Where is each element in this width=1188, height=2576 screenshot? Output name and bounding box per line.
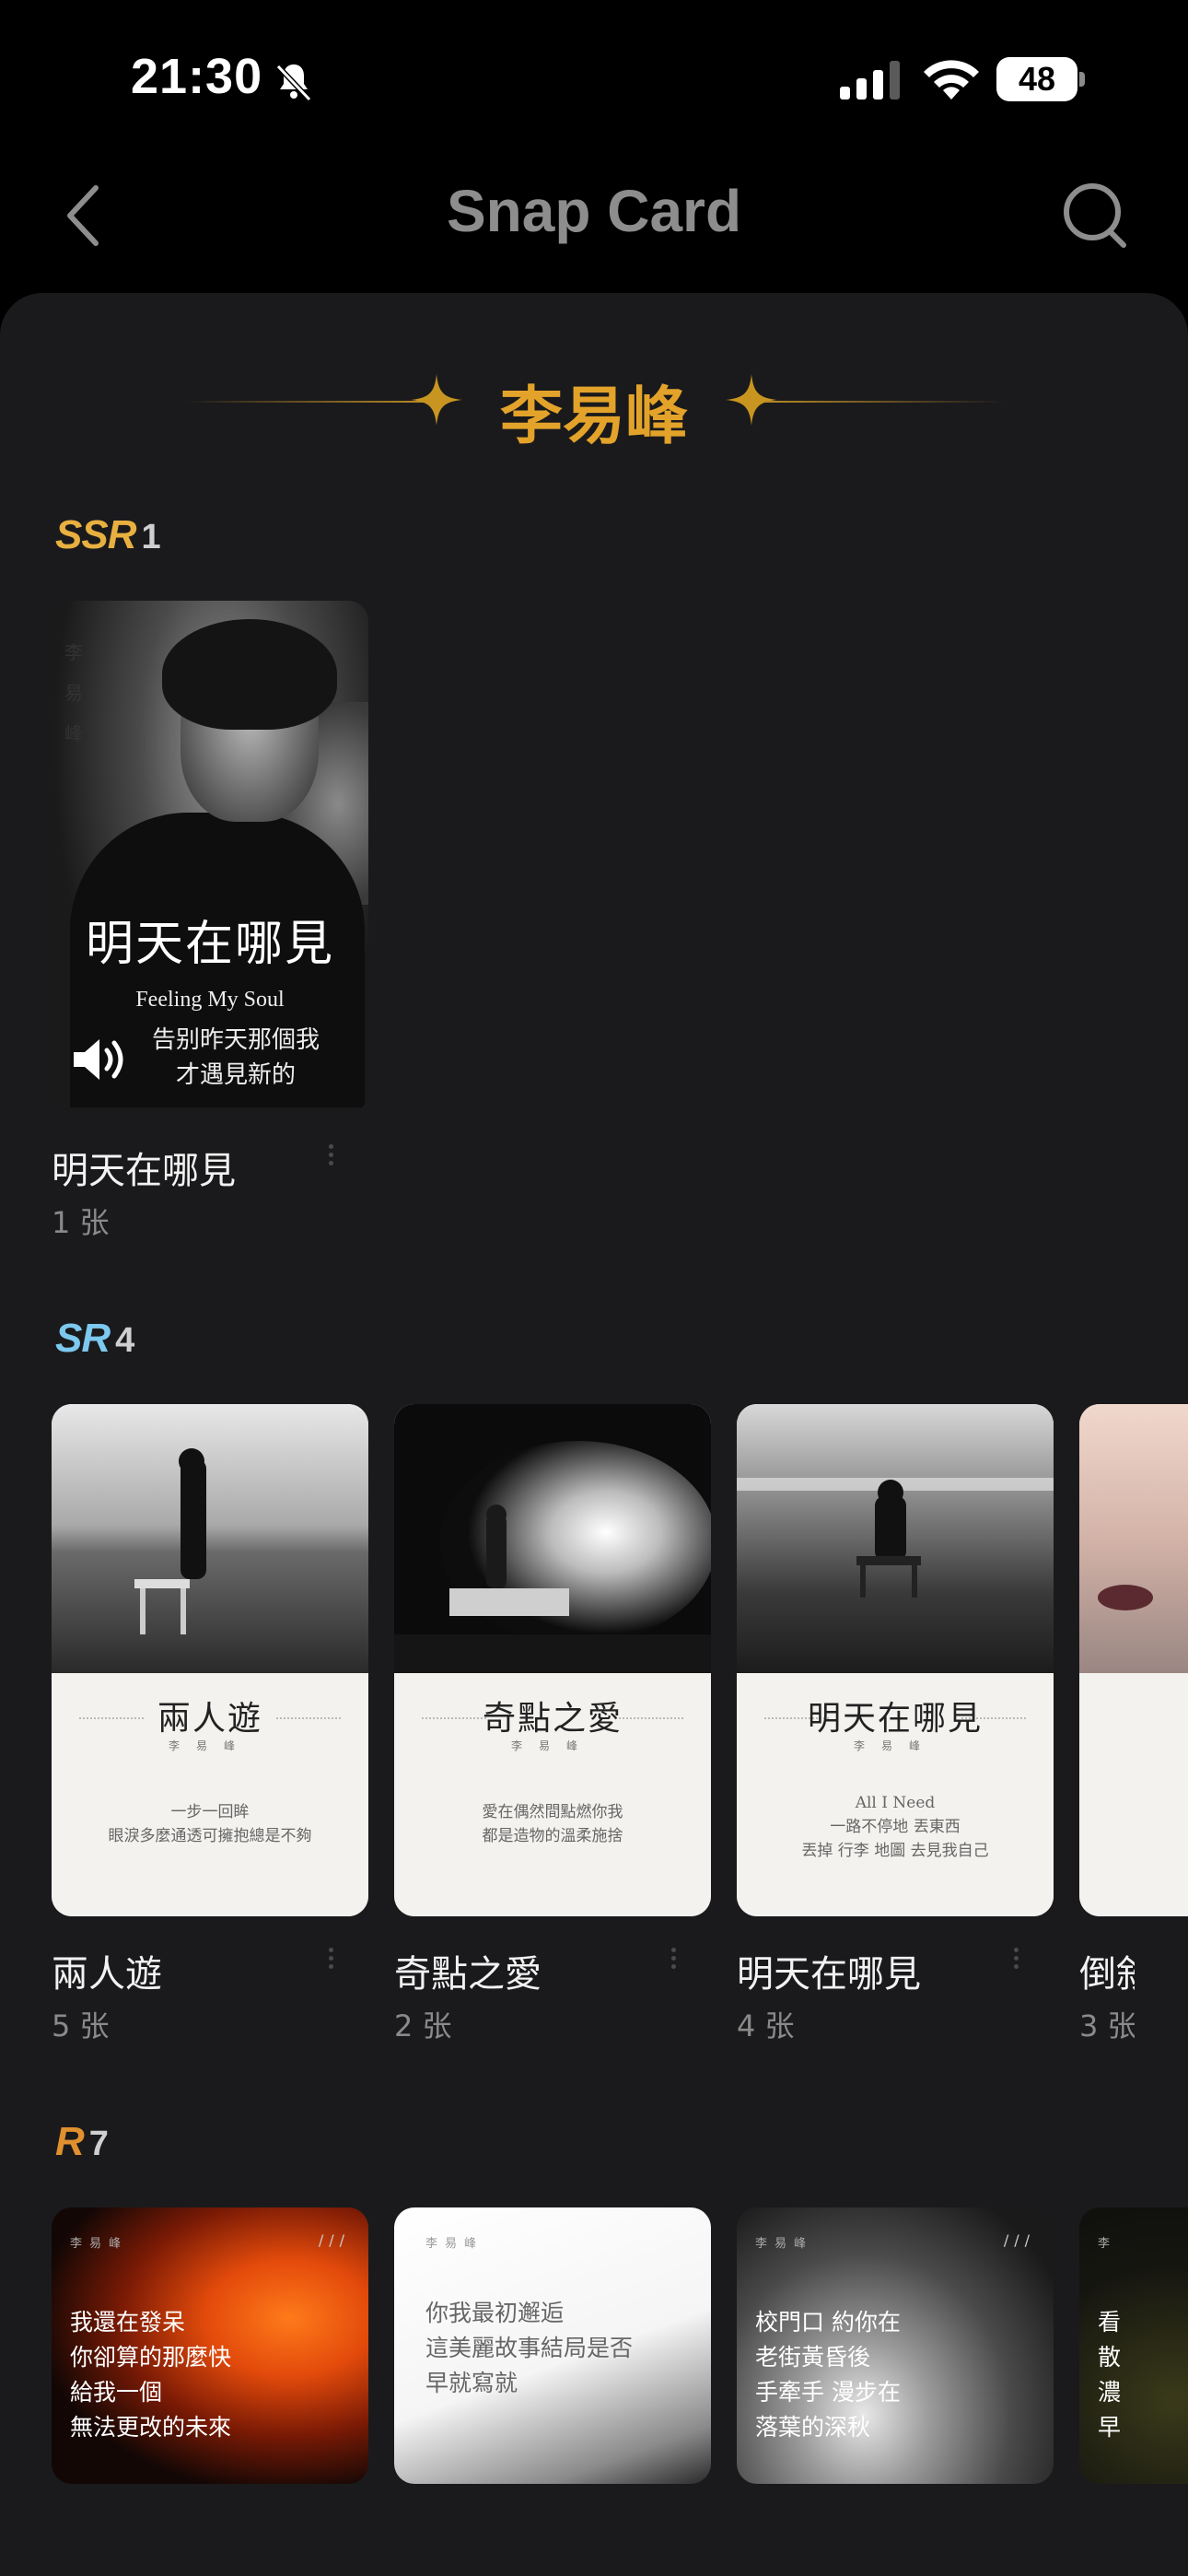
card-lyric-line: 早就寫就 <box>425 2370 518 2396</box>
ssr-card[interactable]: 李易峰 明天在哪見 Feeling My Soul 告别昨天那個我 才遇見新的 <box>52 601 368 1113</box>
card-quantity: 2 张 <box>394 2008 452 2043</box>
ssr-card-row: 李易峰 明天在哪見 Feeling My Soul 告别昨天那個我 才遇見新的 <box>52 601 1188 1117</box>
ssr-badge: SSR <box>55 512 136 557</box>
r-card[interactable]: 李易峰 /// 我還在發呆 你卻算的那麼快 給我一個 無法更改的未來 <box>52 2207 368 2484</box>
card-lyric-line: 校門口 約你在 <box>755 2309 901 2336</box>
status-bar: 21:30 48 <box>0 0 1188 157</box>
status-time: 21:30 <box>131 49 263 104</box>
card-art-lyric: 丟掉 行李 地圖 去見我自己 <box>801 1842 989 1860</box>
card-lyric-line: 濃 <box>1098 2379 1122 2406</box>
cellular-signal-icon <box>840 61 900 100</box>
card-photo <box>737 1404 1054 1673</box>
card-lyric-line: 給我一個 <box>70 2379 163 2406</box>
card-lyrics: 你我最初邂逅 這美麗故事結局是否 早就寫就 <box>425 2296 633 2401</box>
card-title: 奇點之愛 <box>394 1953 542 1996</box>
more-icon[interactable] <box>326 1944 335 1981</box>
page-title: Snap Card <box>446 178 742 244</box>
ssr-count: 1 <box>141 518 161 556</box>
card-lyric-line: 老街黃昏後 <box>755 2344 871 2371</box>
sr-card[interactable]: 奇點之愛 李易峰 愛在偶然間點燃你我 都是造物的溫柔施捨 <box>394 1404 711 1916</box>
card-lyric-line: 我還在發呆 <box>70 2309 186 2336</box>
ssr-section-header: SSR 1 <box>55 512 161 558</box>
r-card[interactable]: 李易峰 /// 校門口 約你在 老街黃昏後 手牽手 漫步在 落葉的深秋 <box>737 2207 1054 2484</box>
card-decoration: /// <box>318 2231 350 2249</box>
sr-count: 4 <box>115 1321 135 1360</box>
nav-bar: Snap Card <box>0 157 1188 295</box>
card-quantity: 3 张 <box>1079 2008 1135 2043</box>
card-lyric-line: 落葉的深秋 <box>755 2414 871 2441</box>
card-quantity: 4 张 <box>737 2008 795 2043</box>
sr-card[interactable]: 兩人遊 李易峰 一步一回眸 眼淚多麼通透可擁抱總是不夠 <box>52 1404 368 1916</box>
card-artist-text: 李易峰 <box>510 1739 594 1752</box>
card-art-lyric: 都是造物的溫柔施捨 <box>482 1827 623 1845</box>
clipped-card-caption: 倒敘 3 张 <box>1079 1944 1135 2055</box>
card-artist-text: 李易峰 <box>64 641 83 744</box>
r-count: 7 <box>88 2125 109 2163</box>
r-badge: R <box>55 2119 85 2164</box>
card-lyric-line: 看 <box>1098 2309 1122 2336</box>
card-lyric-line: 手牽手 漫步在 <box>755 2379 901 2406</box>
card-art-english: Feeling My Soul <box>135 988 285 1012</box>
card-lyric-line: 這美麗故事結局是否 <box>425 2335 634 2361</box>
card-title: 兩人遊 <box>52 1953 162 1996</box>
card-photo <box>52 1404 368 1673</box>
card-title: 明天在哪見 <box>52 1150 236 1192</box>
r-card[interactable]: 李易峰 你我最初邂逅 這美麗故事結局是否 早就寫就 <box>394 2207 711 2484</box>
card-art-lyric: 愛在偶然間點燃你我 <box>482 1803 623 1821</box>
bell-muted-icon <box>275 64 312 102</box>
card-lyric-line: 早 <box>1098 2414 1122 2441</box>
card-collection-panel: 李易峰 SSR 1 李易峰 明天在哪見 Feeling My Soul 告别昨天… <box>0 293 1188 2576</box>
card-lyrics: 看 散 濃 早 <box>1098 2305 1121 2445</box>
card-photo <box>394 1404 711 1673</box>
r-card[interactable]: 李 看 散 濃 早 <box>1079 2207 1188 2484</box>
search-icon[interactable] <box>1059 177 1133 251</box>
divider-right <box>764 401 1004 403</box>
card-art-title: 奇點之愛 <box>482 1700 623 1738</box>
card-art-lyric: 才遇見新的 <box>175 1061 296 1089</box>
battery-level: 48 <box>996 57 1077 101</box>
card-artist-text: 李易峰 <box>70 2237 129 2251</box>
battery-icon: 48 <box>996 57 1085 101</box>
sr-section-header: SR 4 <box>55 1316 134 1362</box>
card-quantity: 5 张 <box>52 2008 110 2043</box>
card-art-title: 明天在哪見 <box>85 917 334 972</box>
card-lyric-line: 無法更改的未來 <box>70 2414 232 2441</box>
card-artist-text: 李易峰 <box>755 2237 814 2251</box>
card-art-lyric: All I Need <box>855 1794 936 1812</box>
card-title: 倒敘 <box>1079 1953 1135 1996</box>
card-art-lyric: 一路不停地 丟東西 <box>830 1818 961 1836</box>
wifi-icon <box>924 60 979 100</box>
sparkle-icon <box>726 374 777 426</box>
sr-card[interactable]: 明天在哪見 李易峰 All I Need 一路不停地 丟東西 丟掉 行李 地圖 … <box>737 1404 1054 1916</box>
more-icon[interactable] <box>669 1944 678 1981</box>
card-art-title: 兩人遊 <box>157 1700 262 1738</box>
more-icon[interactable] <box>326 1141 335 1177</box>
card-lyric-line: 散 <box>1098 2344 1122 2371</box>
sr-badge: SR <box>55 1316 111 1361</box>
card-lyric-line: 你卻算的那麼快 <box>70 2344 232 2371</box>
artist-name: 李易峰 <box>499 381 688 453</box>
card-lyric-line: 你我最初邂逅 <box>425 2300 565 2326</box>
card-artist-text: 李 <box>1098 2237 1118 2251</box>
card-quantity: 1 张 <box>52 1205 110 1240</box>
card-art-lyric: 一步一回眸 <box>170 1803 250 1821</box>
card-artist-text: 李易峰 <box>853 1739 937 1752</box>
more-icon[interactable] <box>1011 1944 1020 1981</box>
card-lyrics: 我還在發呆 你卻算的那麼快 給我一個 無法更改的未來 <box>70 2305 231 2445</box>
sr-card-row: 兩人遊 李易峰 一步一回眸 眼淚多麼通透可擁抱總是不夠 奇點之愛 李易峰 愛在偶… <box>52 1404 1188 1920</box>
r-card-row: 李易峰 /// 我還在發呆 你卻算的那麼快 給我一個 無法更改的未來 李易峰 你… <box>52 2207 1188 2484</box>
card-artist-text: 李易峰 <box>168 1739 251 1752</box>
card-artist-text: 李易峰 <box>425 2237 484 2251</box>
r-section-header: R 7 <box>55 2119 109 2165</box>
card-art-lyric: 告别昨天那個我 <box>151 1026 320 1054</box>
card-art-title: 明天在哪見 <box>807 1700 983 1738</box>
speaker-icon[interactable] <box>70 1034 131 1085</box>
card-photo <box>1079 1404 1188 1673</box>
card-title: 明天在哪見 <box>737 1953 921 1996</box>
card-decoration: /// <box>1003 2231 1035 2249</box>
card-art-lyric: 眼淚多麼通透可擁抱總是不夠 <box>108 1827 312 1845</box>
card-lyrics: 校門口 約你在 老街黃昏後 手牽手 漫步在 落葉的深秋 <box>755 2305 901 2445</box>
sr-card[interactable] <box>1079 1404 1188 1916</box>
